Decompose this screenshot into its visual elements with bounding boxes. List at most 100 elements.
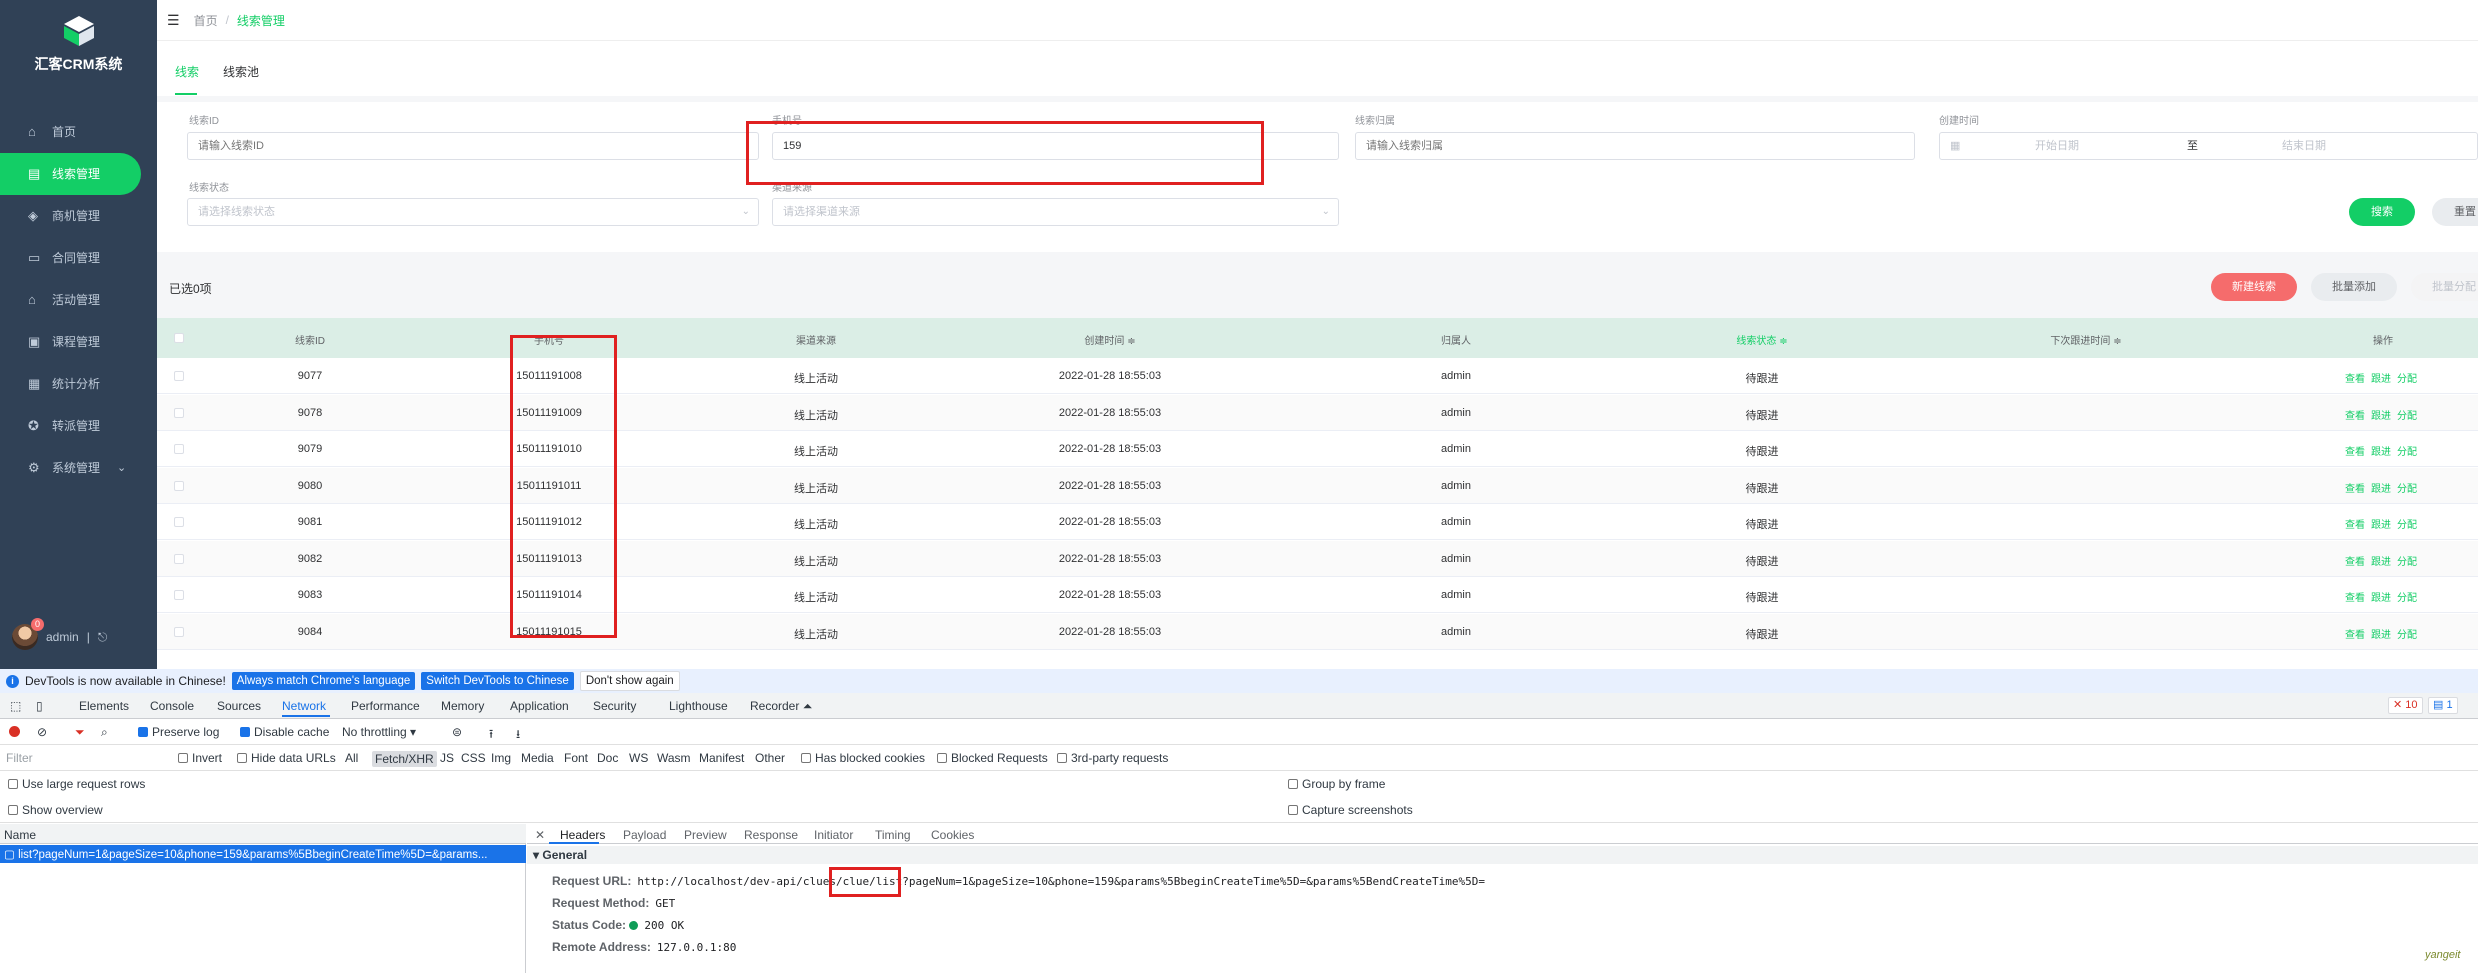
sidebar-item-stats[interactable]: ▦ 统计分析 (0, 363, 157, 405)
clue-id-input[interactable] (187, 132, 759, 160)
owner-input[interactable] (1355, 132, 1915, 160)
follow-link[interactable]: 跟进 (2371, 484, 2391, 495)
avatar[interactable]: 0 (12, 618, 44, 650)
tab-console[interactable]: Console (150, 699, 194, 713)
select-all-checkbox[interactable] (174, 333, 184, 343)
sidebar-item-opportunity[interactable]: ◈ 商机管理 (0, 195, 157, 237)
follow-link[interactable]: 跟进 (2371, 374, 2391, 385)
blocked-cookies-checkbox[interactable]: Has blocked cookies (801, 751, 925, 765)
table-row[interactable]: 9083 15011191014 线上活动 2022-01-28 18:55:03 ad… (157, 577, 2478, 613)
tab-timing[interactable]: Timing (875, 828, 911, 842)
message-count[interactable]: ▤ 1 (2428, 697, 2458, 714)
tab-memory[interactable]: Memory (441, 699, 484, 713)
follow-link[interactable]: 跟进 (2371, 557, 2391, 568)
type-all[interactable]: All (345, 751, 358, 765)
type-wasm[interactable]: Wasm (657, 751, 691, 765)
assign-link[interactable]: 分配 (2397, 520, 2417, 531)
group-by-frame-checkbox[interactable]: Group by frame (1288, 777, 1385, 791)
sidebar-item-transfer[interactable]: ✪ 转派管理 (0, 405, 157, 447)
table-row[interactable]: 9077 15011191008 线上活动 2022-01-28 18:55:03 ad… (157, 358, 2478, 394)
type-doc[interactable]: Doc (597, 751, 618, 765)
view-link[interactable]: 查看 (2345, 557, 2365, 568)
tab-cookies[interactable]: Cookies (931, 828, 974, 842)
row-checkbox[interactable] (174, 480, 184, 491)
type-img[interactable]: Img (491, 751, 511, 765)
tab-clue-pool[interactable]: 线索池 (223, 63, 259, 80)
hide-data-urls-checkbox[interactable]: Hide data URLs (237, 751, 336, 765)
follow-link[interactable]: 跟进 (2371, 630, 2391, 641)
type-other[interactable]: Other (755, 751, 785, 765)
tab-lighthouse[interactable]: Lighthouse (669, 699, 728, 713)
menu-toggle-icon[interactable]: ☰ (167, 12, 180, 29)
tab-preview[interactable]: Preview (684, 828, 727, 842)
type-js[interactable]: JS (440, 751, 454, 765)
disable-cache-checkbox[interactable]: Disable cache (240, 725, 329, 739)
sidebar-item-home[interactable]: ⌂ 首页 (0, 111, 157, 153)
network-conditions-icon[interactable]: ⊜ (452, 725, 462, 739)
table-row[interactable]: 9079 15011191010 线上活动 2022-01-28 18:55:03 ad… (157, 431, 2478, 467)
request-list-header[interactable]: Name (0, 824, 526, 844)
third-party-checkbox[interactable]: 3rd-party requests (1057, 751, 1168, 765)
assign-link[interactable]: 分配 (2397, 411, 2417, 422)
type-fetch-xhr[interactable]: Fetch/XHR (372, 751, 437, 767)
sidebar-item-course[interactable]: ▣ 课程管理 (0, 321, 157, 363)
channel-select[interactable]: 请选择渠道来源 ⌄ (772, 198, 1339, 226)
view-link[interactable]: 查看 (2345, 411, 2365, 422)
large-rows-checkbox[interactable]: Use large request rows (8, 777, 145, 791)
follow-link[interactable]: 跟进 (2371, 411, 2391, 422)
sidebar-item-system[interactable]: ⚙ 系统管理 ⌄ (0, 447, 157, 489)
dont-show-button[interactable]: Don't show again (579, 671, 680, 691)
table-row[interactable]: 9081 15011191012 线上活动 2022-01-28 18:55:03 ad… (157, 504, 2478, 540)
breadcrumb-home[interactable]: 首页 (194, 12, 218, 29)
view-link[interactable]: 查看 (2345, 374, 2365, 385)
tab-payload[interactable]: Payload (623, 828, 666, 842)
blocked-requests-checkbox[interactable]: Blocked Requests (937, 751, 1048, 765)
type-media[interactable]: Media (521, 751, 554, 765)
capture-screenshots-checkbox[interactable]: Capture screenshots (1288, 803, 1413, 817)
new-clue-button[interactable]: 新建线索 (2211, 273, 2297, 301)
search-button[interactable]: 搜索 (2349, 198, 2415, 226)
show-overview-checkbox[interactable]: Show overview (8, 803, 103, 817)
assign-link[interactable]: 分配 (2397, 593, 2417, 604)
tab-performance[interactable]: Performance (351, 699, 420, 713)
download-icon[interactable]: ⭳ (516, 725, 520, 746)
tab-clue[interactable]: 线索 (175, 63, 199, 80)
table-row[interactable]: 9080 15011191011 线上活动 2022-01-28 18:55:03 ad… (157, 467, 2478, 504)
start-date[interactable]: 开始日期 (2035, 133, 2079, 159)
throttling-select[interactable]: No throttling ▾ (342, 725, 416, 739)
type-css[interactable]: CSS (461, 751, 486, 765)
invert-checkbox[interactable]: Invert (178, 751, 222, 765)
tab-elements[interactable]: Elements (79, 699, 129, 713)
match-language-button[interactable]: Always match Chrome's language (231, 672, 416, 690)
type-manifest[interactable]: Manifest (699, 751, 744, 765)
row-checkbox[interactable] (174, 553, 184, 564)
batch-assign-button[interactable]: 批量分配 (2411, 273, 2478, 301)
col-status[interactable]: 线索状态 ≑ (1736, 332, 1787, 347)
status-select[interactable]: 请选择线索状态 ⌄ (187, 198, 759, 226)
view-link[interactable]: 查看 (2345, 630, 2365, 641)
filter-icon[interactable]: ⏷ (75, 725, 85, 740)
sidebar-item-clue[interactable]: ▤ 线索管理 (0, 153, 141, 195)
assign-link[interactable]: 分配 (2397, 374, 2417, 385)
view-link[interactable]: 查看 (2345, 593, 2365, 604)
sidebar-item-contract[interactable]: ▭ 合同管理 (0, 237, 157, 279)
tab-sources[interactable]: Sources (217, 699, 261, 713)
tab-response[interactable]: Response (744, 828, 798, 842)
filter-input[interactable]: Filter (6, 751, 33, 765)
error-count[interactable]: ✕ 10 (2388, 697, 2423, 714)
tab-security[interactable]: Security (593, 699, 636, 713)
switch-chinese-button[interactable]: Switch DevTools to Chinese (421, 672, 574, 690)
tab-headers[interactable]: Headers (560, 828, 605, 842)
assign-link[interactable]: 分配 (2397, 557, 2417, 568)
clear-icon[interactable]: ⊘ (37, 725, 47, 739)
type-font[interactable]: Font (564, 751, 588, 765)
date-range-picker[interactable]: ▦ 开始日期 至 结束日期 (1939, 132, 2478, 160)
assign-link[interactable]: 分配 (2397, 630, 2417, 641)
row-checkbox[interactable] (174, 517, 184, 527)
tab-initiator[interactable]: Initiator (814, 828, 853, 842)
follow-link[interactable]: 跟进 (2371, 593, 2391, 604)
end-date[interactable]: 结束日期 (2282, 133, 2326, 159)
row-checkbox[interactable] (174, 626, 184, 637)
table-row[interactable]: 9084 15011191015 线上活动 2022-01-28 18:55:03 ad… (157, 613, 2478, 650)
type-ws[interactable]: WS (629, 751, 648, 765)
